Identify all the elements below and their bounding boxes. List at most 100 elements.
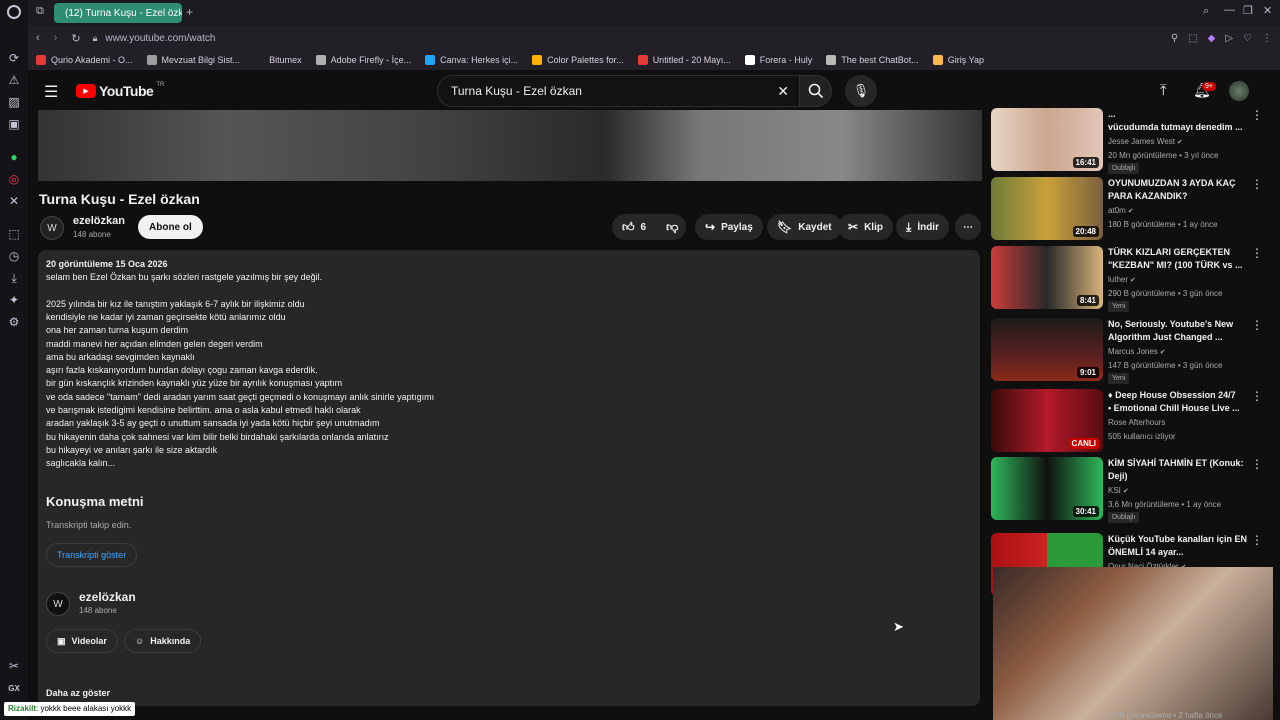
- recommendation-title-line2[interactable]: • Emotional Chill House Live ...: [1108, 402, 1256, 415]
- recommendation-channel[interactable]: at0m ✔: [1108, 206, 1134, 215]
- minimize-icon[interactable]: —: [1224, 4, 1235, 16]
- recommendation-item[interactable]: 20:48 OYUNUMUZDAN 3 AYDA KAÇ PARA KAZANDIK…: [991, 177, 1271, 243]
- instagram-icon[interactable]: ◎: [6, 171, 22, 187]
- close-window-icon[interactable]: ✕: [1263, 4, 1272, 17]
- opera-logo-icon[interactable]: [7, 5, 21, 19]
- messenger-icon[interactable]: ▣: [6, 116, 22, 132]
- bookmark-item[interactable]: Mevzuat Bilgi Sist...: [146, 55, 240, 65]
- recommendation-title[interactable]: Küçük YouTube kanalları için EN: [1108, 533, 1256, 546]
- recommendation-title-line2[interactable]: "KEZBAN" MI? (100 TÜRK vs ...: [1108, 259, 1256, 272]
- bookmark-item[interactable]: Forera - Huly: [744, 55, 812, 65]
- recommendation-item[interactable]: 30:41 KİM SİYAHİ TAHMİN ET (Konuk: Deji) KS…: [991, 457, 1271, 523]
- tab-overview-icon[interactable]: ⧉: [36, 5, 50, 19]
- more-options-icon[interactable]: ⋮: [1251, 246, 1263, 260]
- download-button[interactable]: ⤓ İndir: [896, 214, 949, 240]
- video-player[interactable]: [38, 110, 982, 181]
- video-thumbnail[interactable]: CANLI: [991, 389, 1103, 452]
- recommendation-title[interactable]: TÜRK KIZLARI GERÇEKTEN: [1108, 246, 1256, 259]
- whatsapp-icon[interactable]: ●: [6, 149, 22, 165]
- dislike-icon[interactable]: 👎︎: [666, 220, 678, 235]
- new-tab-icon[interactable]: +: [186, 5, 193, 19]
- recommendation-item[interactable]: 8:41 TÜRK KIZLARI GERÇEKTEN "KEZBAN" MI? (…: [991, 246, 1271, 312]
- gx-label[interactable]: GX: [6, 680, 22, 696]
- recommendation-title[interactable]: No, Seriously. Youtube's New: [1108, 318, 1256, 331]
- download-icon[interactable]: ⤓: [6, 270, 22, 286]
- hamburger-menu-icon[interactable]: ☰: [44, 82, 58, 102]
- flow-icon[interactable]: ✂: [6, 658, 22, 674]
- about-button[interactable]: ☺ Hakkında: [124, 629, 202, 653]
- recommendation-title-line2[interactable]: vücudumda tutmayı denedim ...: [1108, 121, 1256, 134]
- bookmark-item[interactable]: The best ChatBot...: [826, 55, 919, 65]
- heart-icon[interactable]: ♡: [1243, 33, 1252, 44]
- avatar[interactable]: [1229, 81, 1249, 101]
- more-options-icon[interactable]: ⋮: [1251, 457, 1263, 471]
- recommendation-channel[interactable]: Rose Afterhours: [1108, 418, 1165, 427]
- more-options-icon[interactable]: ⋮: [1251, 177, 1263, 191]
- more-options-icon[interactable]: ⋮: [1251, 318, 1263, 332]
- recommendation-title[interactable]: ...: [1108, 108, 1256, 121]
- recommendation-item[interactable]: CANLI ♦ Deep House Obsession 24/7 • Emotio…: [991, 389, 1271, 455]
- video-thumbnail[interactable]: 16:41: [991, 108, 1103, 171]
- aria-icon[interactable]: ⚠: [6, 72, 22, 88]
- more-actions-button[interactable]: ⋯: [955, 214, 981, 240]
- bookmark-item[interactable]: Adobe Firefly - İçe...: [315, 55, 411, 65]
- maximize-icon[interactable]: ❐: [1243, 4, 1253, 17]
- bookmark-item[interactable]: Giriş Yap: [932, 55, 984, 65]
- workspace-icon[interactable]: ▨: [6, 94, 22, 110]
- recommendation-channel[interactable]: luther ✔: [1108, 275, 1136, 284]
- more-options-icon[interactable]: ⋮: [1251, 389, 1263, 403]
- channel-name[interactable]: ezelözkan: [73, 215, 125, 227]
- voice-search-button[interactable]: 🎙︎: [845, 75, 877, 107]
- bookmark-item[interactable]: Qurio Akademi - O...: [36, 55, 133, 65]
- recommendation-title-line2[interactable]: Deji): [1108, 470, 1256, 483]
- menu-icon[interactable]: ⋮: [1262, 33, 1272, 44]
- speed-dial-icon[interactable]: ⟳: [6, 50, 22, 66]
- share-icon[interactable]: ▷: [1225, 33, 1233, 44]
- search-tabs-icon[interactable]: ⌕: [1203, 5, 1209, 18]
- youtube-logo[interactable]: ▶ YouTube TR: [76, 82, 164, 99]
- video-thumbnail[interactable]: 9:01: [991, 318, 1103, 381]
- recommendation-item[interactable]: 9:01 No, Seriously. Youtube's New Algorith…: [991, 318, 1271, 384]
- bookmark-item[interactable]: Color Palettes for...: [532, 55, 624, 65]
- settings-icon[interactable]: ⚙: [6, 314, 22, 330]
- upload-icon[interactable]: ⤒: [1160, 82, 1167, 99]
- show-less-link[interactable]: Daha az göster: [46, 688, 110, 698]
- recommendation-channel[interactable]: Marcus Jones ✔: [1108, 347, 1166, 356]
- x-icon[interactable]: ✕: [6, 193, 22, 209]
- save-button[interactable]: 🔖︎ Kaydet: [767, 214, 842, 240]
- video-thumbnail[interactable]: 8:41: [991, 246, 1103, 309]
- pin-icon[interactable]: ⚲: [1171, 33, 1178, 44]
- forward-icon[interactable]: ›: [54, 32, 58, 44]
- recommendation-item[interactable]: 16:41... vücudumda tutmayı denedim ... Jes…: [991, 108, 1271, 174]
- bookmark-item[interactable]: Canva: Herkes içi...: [425, 55, 518, 65]
- extensions-icon[interactable]: ✦: [6, 292, 22, 308]
- tab-youtube[interactable]: (12) Turna Kuşu - Ezel özk: [54, 3, 182, 23]
- reload-icon[interactable]: ↻: [71, 32, 80, 45]
- desc-channel-name[interactable]: ezelözkan: [79, 590, 136, 604]
- more-options-icon[interactable]: ⋮: [1251, 533, 1263, 547]
- clear-search-icon[interactable]: ✕: [777, 83, 789, 100]
- search-input[interactable]: Turna Kuşu - Ezel özkan ✕: [437, 75, 800, 107]
- bookmark-item[interactable]: Bitumex: [254, 55, 302, 65]
- clip-button[interactable]: ✂ Klip: [838, 214, 893, 240]
- recommendation-title[interactable]: ♦ Deep House Obsession 24/7: [1108, 389, 1256, 402]
- recommendation-channel[interactable]: KSI ✔: [1108, 486, 1129, 495]
- bookmark-item[interactable]: Untitled - 20 Mayı...: [637, 55, 731, 65]
- history-icon[interactable]: ◷: [6, 248, 22, 264]
- recommendation-title[interactable]: OYUNUMUZDAN 3 AYDA KAÇ: [1108, 177, 1256, 190]
- videos-button[interactable]: ▣ Videolar: [46, 629, 118, 653]
- back-icon[interactable]: ‹: [36, 32, 40, 44]
- more-options-icon[interactable]: ⋮: [1251, 108, 1263, 122]
- share-button[interactable]: ↪ Paylaş: [695, 214, 763, 240]
- desc-channel-avatar[interactable]: W: [46, 592, 70, 616]
- video-thumbnail[interactable]: 20:48: [991, 177, 1103, 240]
- channel-avatar[interactable]: W: [40, 216, 64, 240]
- subscribe-button[interactable]: Abone ol: [138, 215, 203, 239]
- recommendation-title-line2[interactable]: PARA KAZANDIK?: [1108, 190, 1256, 203]
- url-field[interactable]: www.youtube.com/watch: [105, 33, 215, 44]
- vpn-icon[interactable]: ◆: [1208, 33, 1216, 44]
- like-icon[interactable]: 👍︎: [622, 220, 635, 235]
- recommendation-title-line2[interactable]: ÖNEMLİ 14 ayar...: [1108, 546, 1256, 559]
- show-transcript-button[interactable]: Transkripti göster: [46, 543, 138, 567]
- recommendation-channel[interactable]: Jesse James West ✔: [1108, 137, 1183, 146]
